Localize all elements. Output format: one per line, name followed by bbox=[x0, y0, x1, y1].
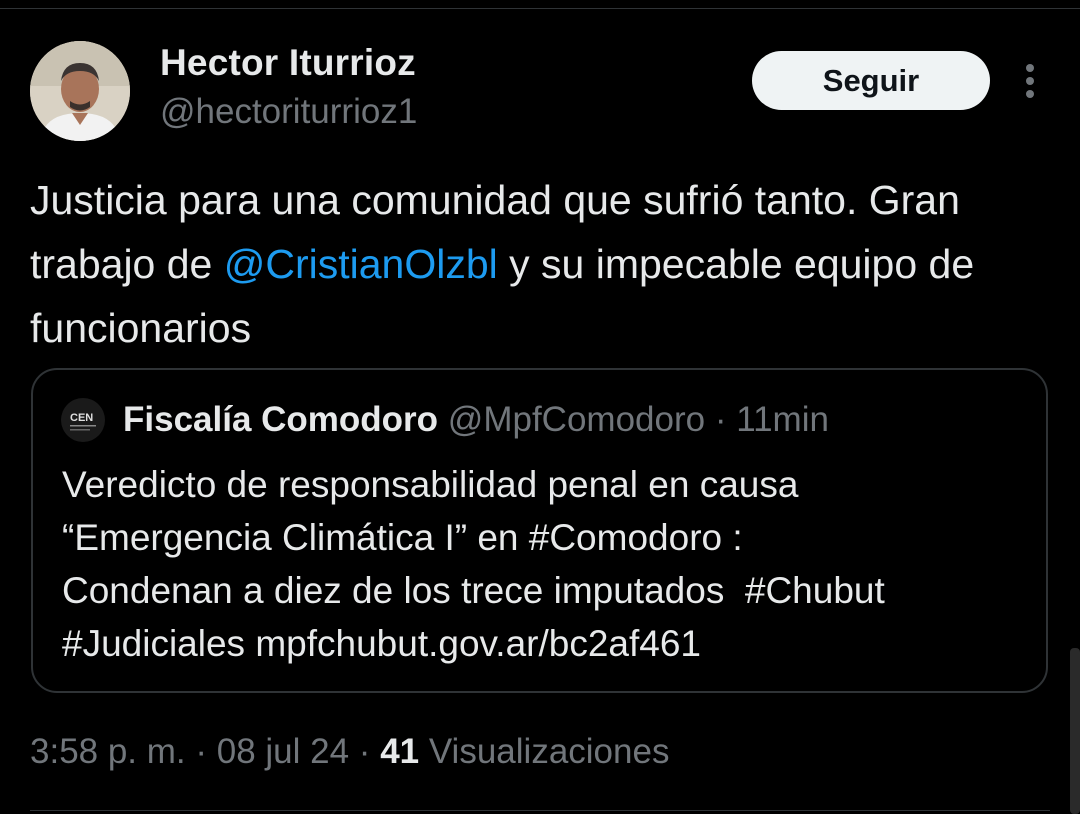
quote-author-avatar[interactable]: CEN bbox=[61, 398, 105, 442]
quote-time[interactable]: 11min bbox=[736, 400, 829, 439]
avatar-photo bbox=[30, 41, 130, 141]
meta-separator: · bbox=[185, 732, 217, 771]
author-handle[interactable]: @hectoriturrioz1 bbox=[160, 92, 417, 132]
tweet-date[interactable]: 08 jul 24 bbox=[217, 732, 349, 771]
tweet-time[interactable]: 3:58 p. m. bbox=[30, 732, 186, 771]
quote-header: Fiscalía Comodoro @MpfComodoro · 11min bbox=[123, 400, 829, 440]
quote-separator: · bbox=[705, 400, 737, 439]
quote-line: Veredicto de responsabilidad penal en ca… bbox=[62, 464, 799, 505]
more-vertical-icon[interactable] bbox=[1016, 60, 1044, 104]
views-count[interactable]: 41 bbox=[380, 732, 419, 771]
mention-link[interactable]: @CristianOlzbl bbox=[224, 241, 498, 287]
quote-text: Veredicto de responsabilidad penal en ca… bbox=[62, 458, 1022, 670]
follow-button[interactable]: Seguir bbox=[752, 51, 990, 110]
author-avatar[interactable] bbox=[30, 41, 130, 141]
quote-avatar-logo: CEN bbox=[61, 398, 105, 442]
top-divider bbox=[0, 8, 1080, 9]
bottom-divider bbox=[30, 810, 1050, 811]
quote-line: “Emergencia Climática I” en #Comodoro : bbox=[62, 517, 743, 558]
quote-tweet-card[interactable]: CEN Fiscalía Comodoro @MpfComodoro · 11m… bbox=[31, 368, 1048, 693]
author-name[interactable]: Hector Iturrioz bbox=[160, 42, 416, 84]
quote-avatar-label: CEN bbox=[70, 412, 93, 424]
scrollbar-thumb[interactable] bbox=[1070, 648, 1080, 814]
quote-line: #Judiciales mpfchubut.gov.ar/bc2af461 bbox=[62, 623, 701, 664]
meta-separator: · bbox=[349, 732, 381, 771]
quote-line: Condenan a diez de los trece imputados #… bbox=[62, 570, 885, 611]
quote-author-name[interactable]: Fiscalía Comodoro bbox=[123, 400, 438, 439]
tweet-meta: 3:58 p. m. · 08 jul 24 · 41 Visualizacio… bbox=[30, 732, 669, 772]
quote-author-handle[interactable]: @MpfComodoro bbox=[448, 400, 705, 439]
views-label: Visualizaciones bbox=[419, 732, 670, 771]
tweet-text: Justicia para una comunidad que sufrió t… bbox=[30, 168, 1040, 360]
